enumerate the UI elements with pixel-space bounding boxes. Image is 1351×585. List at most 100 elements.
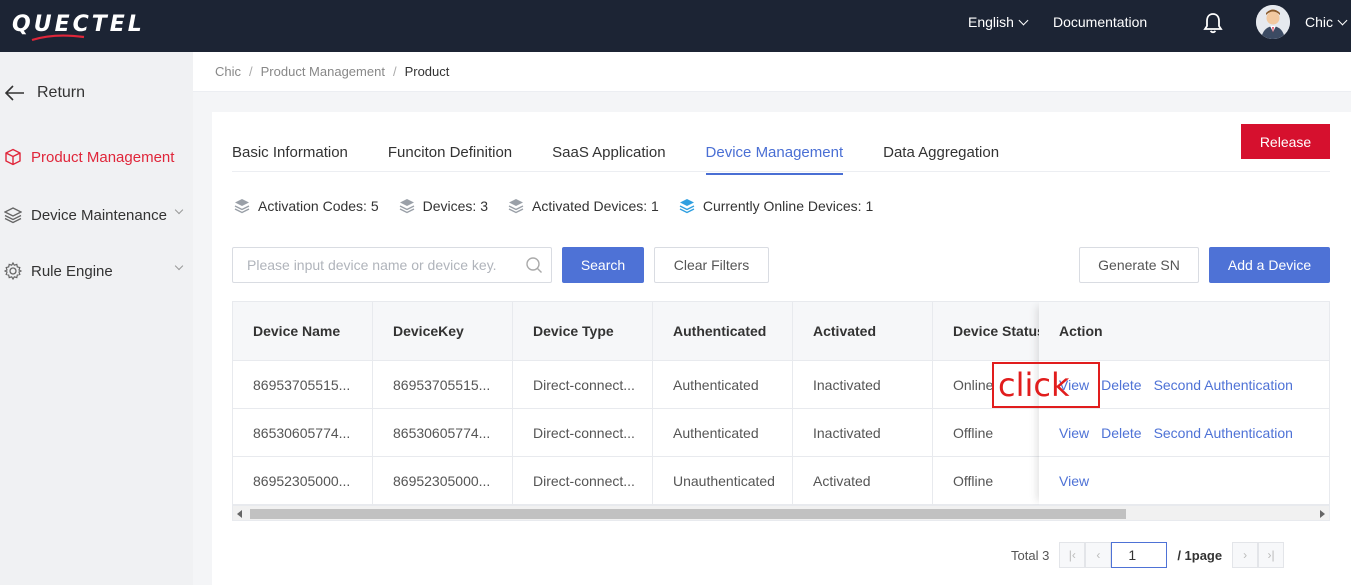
user-avatar-icon [1256, 5, 1290, 39]
layers-icon [679, 199, 695, 214]
cell-device-key: 86530605774... [373, 409, 513, 456]
pagination-total: Total 3 [1011, 547, 1050, 563]
sidebar-item-product-management[interactable]: Product Management [4, 148, 190, 166]
sidebar-item-label: Rule Engine [31, 262, 113, 280]
chevron-down-icon [1337, 15, 1348, 25]
delete-link[interactable]: Delete [1101, 425, 1141, 441]
clear-filters-button[interactable]: Clear Filters [654, 247, 769, 283]
sidebar: Return Product Management Device Mainten… [0, 52, 193, 585]
sidebar-item-label: Product Management [31, 148, 175, 166]
cell-device-name: 86953705515... [233, 361, 373, 408]
search-button[interactable]: Search [562, 247, 644, 283]
cell-authenticated: Authenticated [653, 361, 793, 408]
release-button[interactable]: Release [1241, 124, 1330, 159]
stat-label: Activation Codes: 5 [258, 198, 379, 214]
action-row: View [1039, 457, 1329, 505]
stat-label: Devices: 3 [422, 198, 488, 214]
prev-page-button[interactable]: ‹ [1085, 542, 1112, 568]
stats-bar: Activation Codes: 5 Devices: 3 Activated… [234, 198, 873, 214]
sidebar-item-label: Device Maintenance [31, 206, 167, 224]
column-header-device-type[interactable]: Device Type [513, 302, 653, 360]
language-label: English [968, 14, 1014, 30]
device-table: Device Name DeviceKey Device Type Authen… [232, 301, 1330, 521]
scroll-right-icon[interactable] [1320, 510, 1325, 518]
cell-device-type: Direct-connect... [513, 457, 653, 504]
view-link[interactable]: View [1059, 425, 1089, 441]
chevron-down-icon [174, 261, 184, 271]
top-bar: QUECTEL English Documentation Chic [0, 0, 1351, 52]
tab-divider [232, 171, 1330, 172]
user-name: Chic [1305, 14, 1334, 30]
action-row: View Delete Second Authentication [1039, 409, 1329, 457]
breadcrumb-separator: / [392, 64, 397, 79]
view-link[interactable]: View [1059, 473, 1089, 489]
column-header-device-key[interactable]: DeviceKey [373, 302, 513, 360]
bell-icon[interactable] [1203, 12, 1223, 34]
main-card: Basic Information Funciton Definition Sa… [212, 112, 1351, 585]
language-selector[interactable]: English [968, 14, 1029, 30]
layers-icon [234, 199, 250, 214]
chevron-down-icon [174, 205, 184, 215]
quectel-logo[interactable]: QUECTEL [12, 12, 184, 42]
cell-device-type: Direct-connect... [513, 361, 653, 408]
column-header-activated[interactable]: Activated [793, 302, 933, 360]
documentation-link[interactable]: Documentation [1053, 14, 1147, 30]
search-input[interactable] [233, 248, 513, 282]
cube-icon [5, 148, 21, 166]
stat-devices: Devices: 3 [399, 198, 488, 214]
breadcrumb-item[interactable]: Chic [215, 64, 241, 79]
page-number-input[interactable] [1111, 542, 1168, 568]
cell-device-key: 86953705515... [373, 361, 513, 408]
scroll-left-icon[interactable] [237, 510, 242, 518]
second-authentication-link[interactable]: Second Authentication [1154, 377, 1293, 393]
pagination: Total 3 |‹ ‹ / 1page › ›| [1011, 542, 1285, 568]
breadcrumb-item[interactable]: Product Management [261, 64, 385, 79]
breadcrumb-bar: Chic / Product Management / Product [193, 52, 1351, 92]
last-page-button[interactable]: ›| [1258, 542, 1285, 568]
horizontal-scrollbar[interactable] [233, 505, 1329, 520]
return-button[interactable]: Return [5, 84, 85, 102]
cell-device-type: Direct-connect... [513, 409, 653, 456]
column-header-authenticated[interactable]: Authenticated [653, 302, 793, 360]
cell-activated: Activated [793, 457, 933, 504]
layers-icon [4, 207, 22, 224]
documentation-label: Documentation [1053, 14, 1148, 30]
gear-icon [4, 262, 22, 280]
cell-device-name: 86952305000... [233, 457, 373, 504]
sidebar-item-device-maintenance[interactable]: Device Maintenance [4, 205, 190, 224]
layers-icon [399, 199, 414, 214]
scrollbar-thumb[interactable] [250, 509, 1126, 519]
delete-link[interactable]: Delete [1101, 377, 1141, 393]
search-field [232, 247, 552, 283]
logo-swoosh-icon [31, 34, 85, 42]
page-count: / 1page [1177, 547, 1223, 563]
add-device-button[interactable]: Add a Device [1209, 247, 1330, 283]
stat-activation-codes: Activation Codes: 5 [234, 198, 379, 214]
chevron-down-icon [1018, 15, 1029, 25]
generate-sn-button[interactable]: Generate SN [1079, 247, 1199, 283]
cell-activated: Inactivated [793, 361, 933, 408]
column-header-device-name[interactable]: Device Name [233, 302, 373, 360]
stat-label: Activated Devices: 1 [531, 198, 659, 214]
cell-device-name: 86530605774... [233, 409, 373, 456]
click-annotation-box: click [992, 362, 1100, 408]
breadcrumb: Chic / Product Management / Product [215, 64, 449, 79]
cell-activated: Inactivated [793, 409, 933, 456]
avatar[interactable] [1256, 5, 1290, 39]
click-annotation-label: click [998, 366, 1070, 404]
first-page-button[interactable]: |‹ [1059, 542, 1086, 568]
cell-authenticated: Unauthenticated [653, 457, 793, 504]
second-authentication-link[interactable]: Second Authentication [1154, 425, 1293, 441]
arrow-left-icon [5, 85, 24, 101]
next-page-button[interactable]: › [1232, 542, 1259, 568]
search-icon[interactable] [525, 256, 543, 274]
breadcrumb-separator: / [249, 64, 253, 79]
stat-online-devices: Currently Online Devices: 1 [679, 198, 873, 214]
column-header-action: Action [1039, 302, 1329, 361]
stat-label: Currently Online Devices: 1 [702, 198, 874, 214]
cell-device-key: 86952305000... [373, 457, 513, 504]
breadcrumb-current: Product [404, 64, 450, 79]
sidebar-item-rule-engine[interactable]: Rule Engine [4, 261, 190, 280]
layers-icon [508, 199, 524, 214]
user-menu[interactable]: Chic [1305, 14, 1348, 30]
